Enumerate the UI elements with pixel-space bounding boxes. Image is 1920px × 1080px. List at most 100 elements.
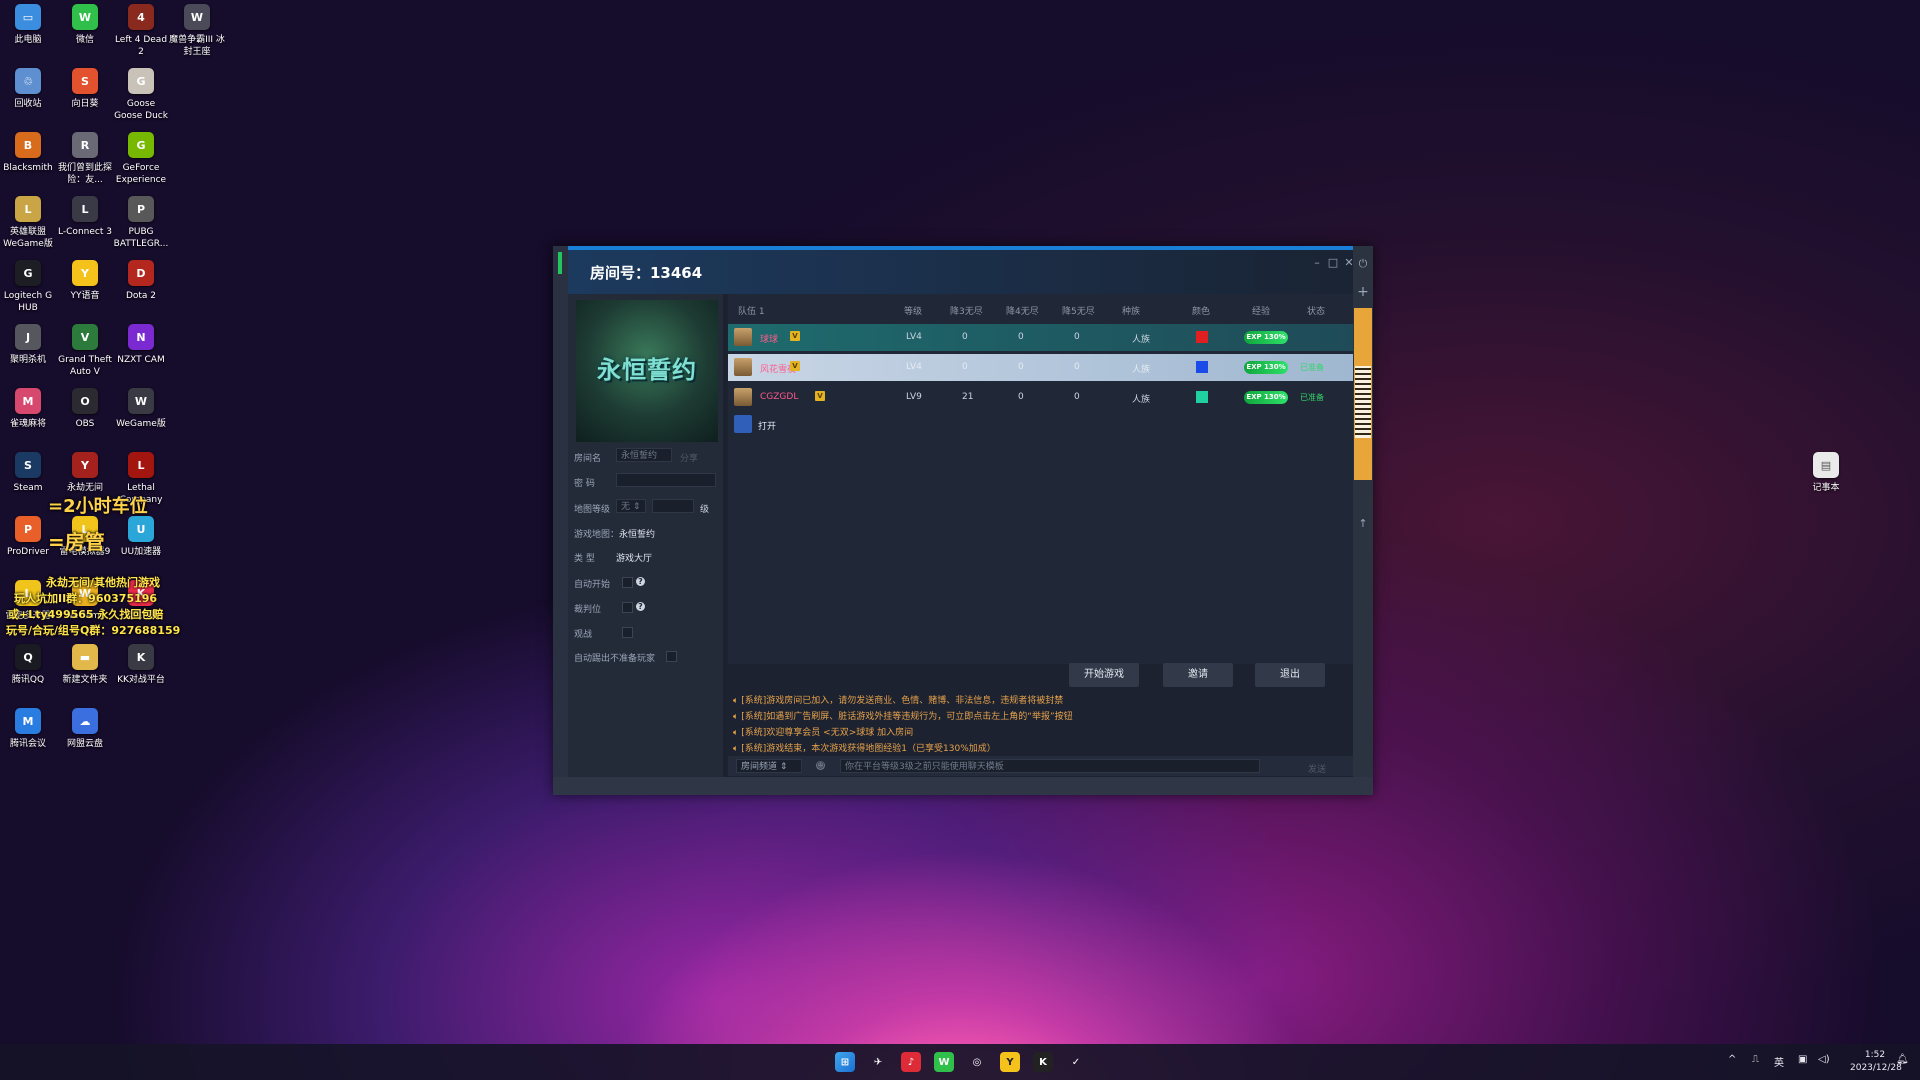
map-level-label: 地图等级 — [574, 505, 611, 515]
chat-input[interactable]: 你在平台等级3级之前只能使用聊天模板 — [840, 759, 1260, 773]
spectate-checkbox[interactable] — [622, 627, 633, 638]
help-icon[interactable]: ? — [636, 577, 645, 586]
table-row[interactable]: 球球 V LV4 0 0 0 人族 EXP 130% — [728, 324, 1353, 351]
game-map-value: 永恒誓约 — [619, 530, 656, 540]
desktop-icon[interactable]: N NZXT CAM — [113, 324, 169, 366]
desktop-icon[interactable]: U UU加速器 — [113, 516, 169, 558]
start-game-button[interactable]: 开始游戏 — [1069, 663, 1139, 687]
desktop-icon[interactable]: J 聚明杀机 — [0, 324, 56, 366]
desktop-icon[interactable]: G Logitech G HUB — [0, 260, 56, 314]
desktop-icon[interactable]: S Steam — [0, 452, 56, 494]
desktop-icon[interactable]: ☁ 网盟云盘 — [57, 708, 113, 750]
power-icon[interactable]: ⏻ — [1357, 258, 1369, 270]
invite-button[interactable]: 邀请 — [1163, 663, 1233, 687]
mic-icon[interactable]: ⎍ — [1752, 1054, 1759, 1065]
start-icon[interactable]: ⊞ — [835, 1052, 855, 1072]
auto-kick-checkbox[interactable] — [666, 651, 677, 662]
emoji-icon[interactable]: ☺ — [816, 761, 825, 770]
desktop-icon[interactable]: G GeForce Experience — [113, 132, 169, 186]
netease-music-icon[interactable]: ♪ — [901, 1052, 921, 1072]
chat-channel-select[interactable]: 房间频道 ⇕ — [736, 759, 802, 773]
desktop-icon-label: UU加速器 — [120, 547, 162, 557]
tray-chevron-icon[interactable]: ^ — [1728, 1054, 1736, 1065]
map-banner: 永恒誓约 — [576, 300, 718, 442]
log-line: 🔈︎ [系统]游戏结束，本次游戏获得地图经验1（已享受130%加成） — [733, 741, 1343, 754]
room-name-input[interactable]: 永恒誓约 — [616, 448, 672, 462]
exit-button[interactable]: 退出 — [1255, 663, 1325, 687]
desktop-icon[interactable]: K KK对战平台 — [113, 644, 169, 686]
desktop-icon[interactable]: D Dota 2 — [113, 260, 169, 302]
desktop-icon[interactable]: V Grand Theft Auto V — [57, 324, 113, 378]
app-icon: G — [15, 260, 41, 286]
player-color-swatch[interactable] — [1196, 331, 1208, 343]
notification-icon[interactable]: 🔔︎ — [1896, 1054, 1909, 1065]
desktop-icon[interactable]: G Goose Goose Duck — [113, 68, 169, 122]
desktop-icon[interactable]: W 微信 — [57, 4, 113, 46]
window-status-bar — [553, 777, 1373, 795]
slot-user-icon — [734, 415, 752, 433]
desktop-icon[interactable]: B Blacksmith — [0, 132, 56, 174]
desktop-icon[interactable]: Y 永劫无间 — [57, 452, 113, 494]
desktop-icon[interactable]: W WeGame版 — [113, 388, 169, 430]
share-button[interactable]: 分享 — [680, 451, 698, 464]
network-icon[interactable]: ▣ — [1798, 1054, 1807, 1065]
feather-app-icon[interactable]: ✈ — [868, 1052, 888, 1072]
volume-icon[interactable]: ◁) — [1818, 1054, 1830, 1065]
desktop-icon[interactable]: L L-Connect 3 — [57, 196, 113, 238]
help-icon[interactable]: ? — [636, 602, 645, 611]
desktop-icon[interactable]: M 雀魂麻将 — [0, 388, 56, 430]
open-slot-row[interactable]: 打开 — [728, 411, 1353, 438]
vip-badge-icon: V — [790, 331, 800, 341]
send-button[interactable]: 发送 — [1308, 762, 1326, 775]
table-row[interactable]: CGZGDL V LV9 21 0 0 人族 EXP 130% 已准备 — [728, 384, 1353, 411]
player-c4: 0 — [1018, 362, 1024, 372]
clock-date: 2023/12/28 — [1850, 1063, 1902, 1073]
exp-badge: EXP 130% — [1244, 331, 1288, 344]
clock[interactable]: 1:52 2023/12/28 — [1850, 1049, 1902, 1075]
desktop-icon[interactable]: W 魔兽争霸III 冰封王座 — [169, 4, 225, 58]
chrome-icon[interactable]: ◎ — [967, 1052, 987, 1072]
desktop-icon[interactable]: ▭ 此电脑 — [0, 4, 56, 46]
app-icon: Q — [15, 644, 41, 670]
ime-indicator[interactable]: 英 — [1774, 1054, 1784, 1069]
player-color-swatch[interactable] — [1196, 361, 1208, 373]
desktop-icon[interactable]: M 腾讯会议 — [0, 708, 56, 750]
app-icon: M — [15, 708, 41, 734]
desktop-icon[interactable]: 4 Left 4 Dead 2 — [113, 4, 169, 58]
player-table: 队伍 1 等级 降3无尽 降4无尽 降5无尽 种族 颜色 经验 状态 球球 V LV… — [728, 294, 1353, 664]
desktop-icon[interactable]: P PUBG BATTLEGR... — [113, 196, 169, 250]
minimize-icon[interactable]: – — [1311, 257, 1323, 269]
desktop-icon[interactable]: ♲ 回收站 — [0, 68, 56, 110]
desktop-icon[interactable]: L 英雄联盟 WeGame版 — [0, 196, 56, 250]
player-c4: 0 — [1018, 332, 1024, 342]
arrow-up-icon[interactable]: ↑ — [1357, 518, 1369, 530]
map-level-select[interactable]: 无 ⇕ — [616, 499, 646, 513]
desktop-icon[interactable]: R 我们曾到此探险：友... — [57, 132, 113, 186]
desktop-icon[interactable]: O OBS — [57, 388, 113, 430]
player-color-swatch[interactable] — [1196, 391, 1208, 403]
desktop-icon[interactable]: S 向日葵 — [57, 68, 113, 110]
password-input[interactable] — [616, 473, 716, 487]
referee-checkbox[interactable] — [622, 602, 633, 613]
app-icon: M — [15, 388, 41, 414]
yy-icon[interactable]: Y — [1000, 1052, 1020, 1072]
map-level-input[interactable] — [652, 499, 694, 513]
header-c4: 降4无尽 — [1006, 307, 1039, 317]
desktop-icon[interactable]: Q 腾讯QQ — [0, 644, 56, 686]
log-text: [系统]游戏房间已加入，请勿发送商业、色情、赌博、非法信息，违规者将被封禁 — [741, 696, 1064, 706]
player-c4: 0 — [1018, 392, 1024, 402]
wechat-icon[interactable]: W — [934, 1052, 954, 1072]
game-map-label: 游戏地图：永恒誓约 — [574, 527, 655, 540]
player-level: LV9 — [906, 392, 922, 402]
auto-start-checkbox[interactable] — [622, 577, 633, 588]
table-row[interactable]: 风花雪夜 V LV4 0 0 0 人族 EXP 130% 已准备 — [728, 354, 1353, 381]
kk-platform-icon[interactable]: K — [1033, 1052, 1053, 1072]
desktop-icon[interactable]: ▬ 新建文件夹 — [57, 644, 113, 686]
steam-taskbar-icon[interactable]: ✓ — [1066, 1052, 1086, 1072]
plus-icon[interactable]: + — [1357, 285, 1369, 299]
desktop-icon[interactable]: Y YY语音 — [57, 260, 113, 302]
app-icon: K — [128, 644, 154, 670]
maximize-icon[interactable]: □ — [1327, 257, 1339, 269]
log-text: [系统]游戏结束，本次游戏获得地图经验1（已享受130%加成） — [741, 744, 996, 754]
desktop-icon-notepad[interactable]: ▤ 记事本 — [1798, 452, 1854, 494]
